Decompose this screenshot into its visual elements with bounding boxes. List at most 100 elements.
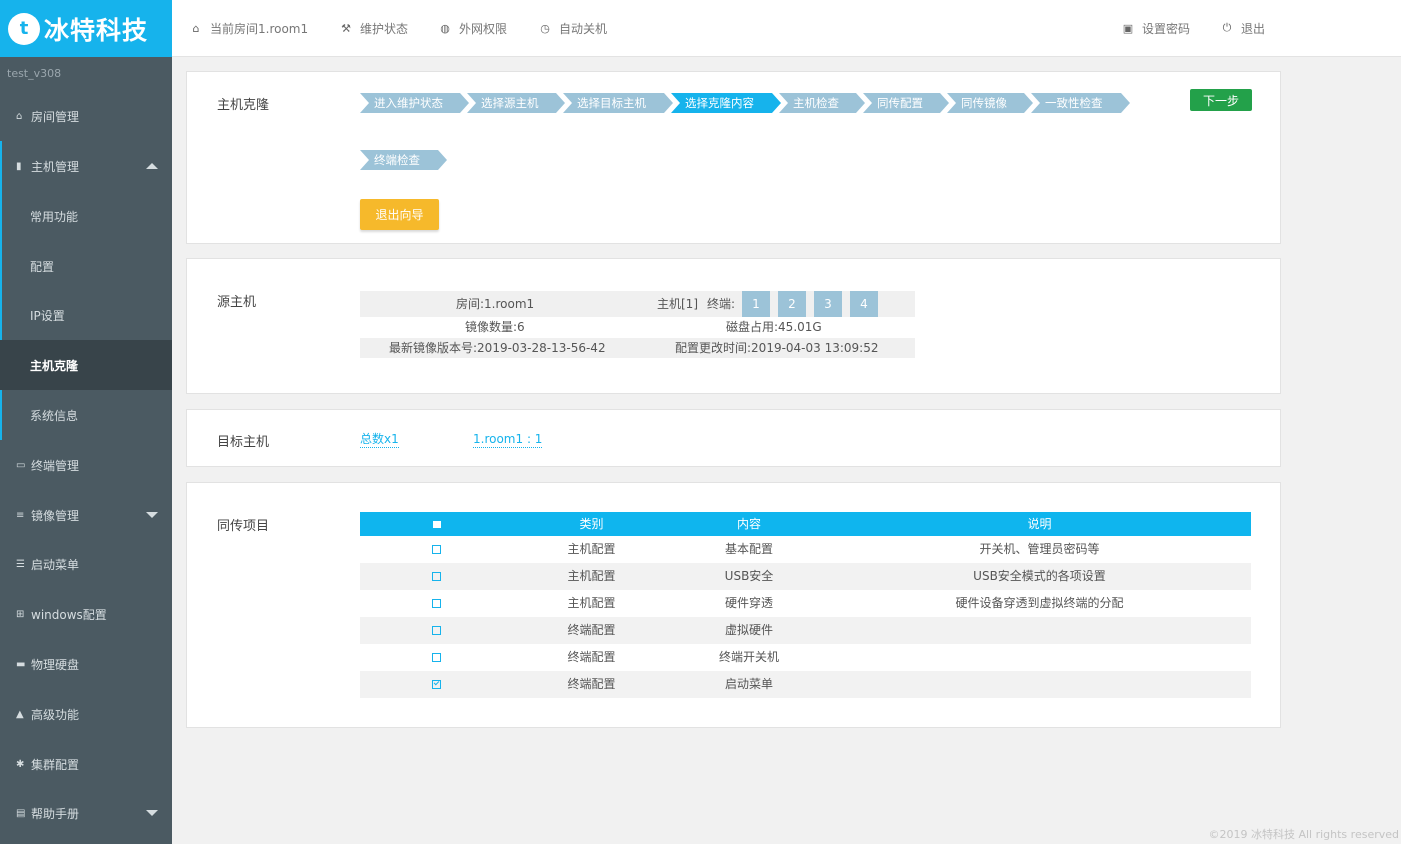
chevron-down-icon (146, 512, 158, 518)
harddisk-icon: ▬ (16, 658, 26, 670)
row-content: 虚拟硬件 (724, 623, 773, 637)
sidebar-item-windows-config[interactable]: ⊞ windows配置 (0, 589, 172, 639)
row-content: 硬件穿透 (724, 596, 773, 610)
step-sync-image: 同传镜像 (947, 93, 1033, 113)
sidebar-item-boot-menu[interactable]: ☰ 启动菜单 (0, 539, 172, 589)
list-icon: ☰ (16, 558, 25, 570)
row-description: 硬件设备穿透到虚拟终端的分配 (955, 596, 1124, 610)
panel-title: 同传项目 (217, 519, 270, 534)
source-row-images: 镜像数量:6 磁盘占用:45.01G (360, 317, 915, 338)
table-row: 主机配置 USB安全 USB安全模式的各项设置 (360, 563, 1251, 590)
database-icon: ≡ (16, 509, 25, 521)
sidebar-item-config[interactable]: 配置 (0, 241, 172, 291)
globe-icon: ◍ (440, 21, 450, 35)
home-icon: ⌂ (16, 110, 23, 122)
network-permission-link[interactable]: ◍ 外网权限 (439, 19, 507, 37)
chevron-up-icon (146, 163, 158, 169)
row-checkbox[interactable] (360, 563, 513, 590)
row-checkbox[interactable] (360, 617, 513, 644)
table-header: 类别 内容 说明 (360, 512, 1251, 536)
sidebar-item-common-functions[interactable]: 常用功能 (0, 191, 172, 241)
sidebar-item-help-manual[interactable]: ▤ 帮助手册 (0, 788, 172, 838)
terminal-button-4[interactable]: 4 (850, 291, 878, 317)
gear-icon: ✱ (16, 758, 25, 770)
table-row: 主机配置 硬件穿透 硬件设备穿透到虚拟终端的分配 (360, 590, 1251, 617)
target-host-panel: 目标主机 总数x1 1.room1 : 1 (186, 409, 1281, 467)
sidebar-item-cluster-config[interactable]: ✱ 集群配置 (0, 739, 172, 789)
step-host-check: 主机检查 (779, 93, 865, 113)
brand-name: 冰特科技 (44, 15, 149, 45)
logo-icon: t (8, 12, 40, 45)
row-category: 主机配置 (567, 542, 616, 556)
row-category: 终端配置 (567, 677, 616, 691)
checkbox-icon (432, 545, 441, 554)
host-label: 主机[1] (657, 297, 698, 311)
sidebar-item-system-info[interactable]: 系统信息 (0, 390, 172, 440)
logo[interactable]: t 冰特科技 (0, 0, 172, 57)
row-checkbox[interactable] (360, 590, 513, 617)
warning-icon: ▲ (16, 708, 24, 720)
row-description: USB安全模式的各项设置 (973, 569, 1106, 583)
room-label: 房间:1.room1 (456, 297, 535, 311)
latest-image-version: 最新镜像版本号:2019-03-28-13-56-42 (389, 341, 606, 355)
select-all-checkbox[interactable] (360, 512, 513, 536)
table-row: 终端配置 虚拟硬件 (360, 617, 1251, 644)
footer-copyright: ©2019 冰特科技 All rights reserved (1208, 828, 1399, 841)
row-content: USB安全 (724, 569, 774, 583)
sidebar-item-host-clone[interactable]: 主机克隆 (0, 340, 172, 390)
sidebar-item-advanced[interactable]: ▲ 高级功能 (0, 689, 172, 739)
clone-wizard-panel: 主机克隆 进入维护状态 选择源主机 选择目标主机 选择克隆内容 主机检查 同传配… (186, 71, 1281, 244)
logout-link[interactable]: ⏻ 退出 (1221, 19, 1265, 37)
checkbox-icon (432, 572, 441, 581)
row-checkbox[interactable] (360, 671, 513, 698)
disk-usage: 磁盘占用:45.01G (726, 320, 822, 334)
book-icon: ▤ (16, 807, 26, 819)
monitor-icon: ▭ (16, 459, 26, 471)
source-row-versions: 最新镜像版本号:2019-03-28-13-56-42 配置更改时间:2019-… (360, 338, 915, 358)
target-total-link[interactable]: 总数x1 (360, 432, 399, 448)
chevron-down-icon (146, 810, 158, 816)
sidebar-item-image-management[interactable]: ≡ 镜像管理 (0, 490, 172, 540)
sidebar-item-room-management[interactable]: ⌂ 房间管理 (0, 91, 172, 141)
sidebar-item-physical-disk[interactable]: ▬ 物理硬盘 (0, 639, 172, 689)
sidebar-item-host-management[interactable]: ▮ 主机管理 (0, 141, 172, 191)
image-count: 镜像数量:6 (465, 320, 525, 334)
row-category: 主机配置 (567, 596, 616, 610)
row-category: 终端配置 (567, 650, 616, 664)
row-checkbox[interactable] (360, 536, 513, 563)
clock-icon: ◷ (540, 21, 550, 35)
panel-title: 目标主机 (217, 435, 270, 450)
sidebar: test_v308 ⌂ 房间管理 ▮ 主机管理 常用功能 配置 IP设置 主机克隆 … (0, 57, 172, 844)
current-room-link[interactable]: ⌂ 当前房间1.room1 (190, 19, 309, 37)
row-checkbox[interactable] (360, 644, 513, 671)
home-icon: ⌂ (192, 21, 200, 35)
set-password-link[interactable]: ▣ 设置密码 (1122, 19, 1190, 37)
step-sync-config: 同传配置 (863, 93, 949, 113)
auto-shutdown-link[interactable]: ◷ 自动关机 (539, 19, 607, 37)
source-host-panel: 源主机 房间:1.room1 主机[1] 终端: 1 2 3 4 镜像数量:6 … (186, 258, 1281, 394)
sidebar-item-ip-settings[interactable]: IP设置 (0, 290, 172, 340)
sidebar-item-terminal-management[interactable]: ▭ 终端管理 (0, 440, 172, 490)
panel-title: 主机克隆 (217, 98, 270, 113)
next-step-button[interactable]: 下一步 (1190, 89, 1252, 111)
maintenance-status-link[interactable]: ⚒ 维护状态 (340, 19, 408, 37)
target-room-link[interactable]: 1.room1 : 1 (473, 432, 543, 448)
terminal-label: 终端: (707, 297, 736, 311)
row-content: 终端开关机 (718, 650, 779, 664)
column-header-category: 类别 (579, 517, 604, 531)
server-icon: ▮ (16, 160, 22, 172)
wrench-icon: ⚒ (341, 21, 351, 35)
sync-items-panel: 同传项目 类别 内容 说明 主机配置 基本配置 开关机、管理员密码等 主机配置 … (186, 482, 1281, 728)
row-content: 启动菜单 (724, 677, 773, 691)
terminal-button-2[interactable]: 2 (778, 291, 806, 317)
terminal-button-1[interactable]: 1 (742, 291, 770, 317)
terminal-button-3[interactable]: 3 (814, 291, 842, 317)
row-category: 主机配置 (567, 569, 616, 583)
exit-wizard-button[interactable]: 退出向导 (360, 199, 439, 230)
sync-items-table: 类别 内容 说明 主机配置 基本配置 开关机、管理员密码等 主机配置 USB安全… (360, 512, 1251, 698)
checkbox-checked-icon (432, 680, 441, 689)
table-row: 终端配置 终端开关机 (360, 644, 1251, 671)
step-select-clone-content: 选择克隆内容 (671, 93, 781, 113)
step-consistency-check: 一致性检查 (1031, 93, 1130, 113)
source-row-room: 房间:1.room1 主机[1] 终端: 1 2 3 4 (360, 291, 915, 317)
